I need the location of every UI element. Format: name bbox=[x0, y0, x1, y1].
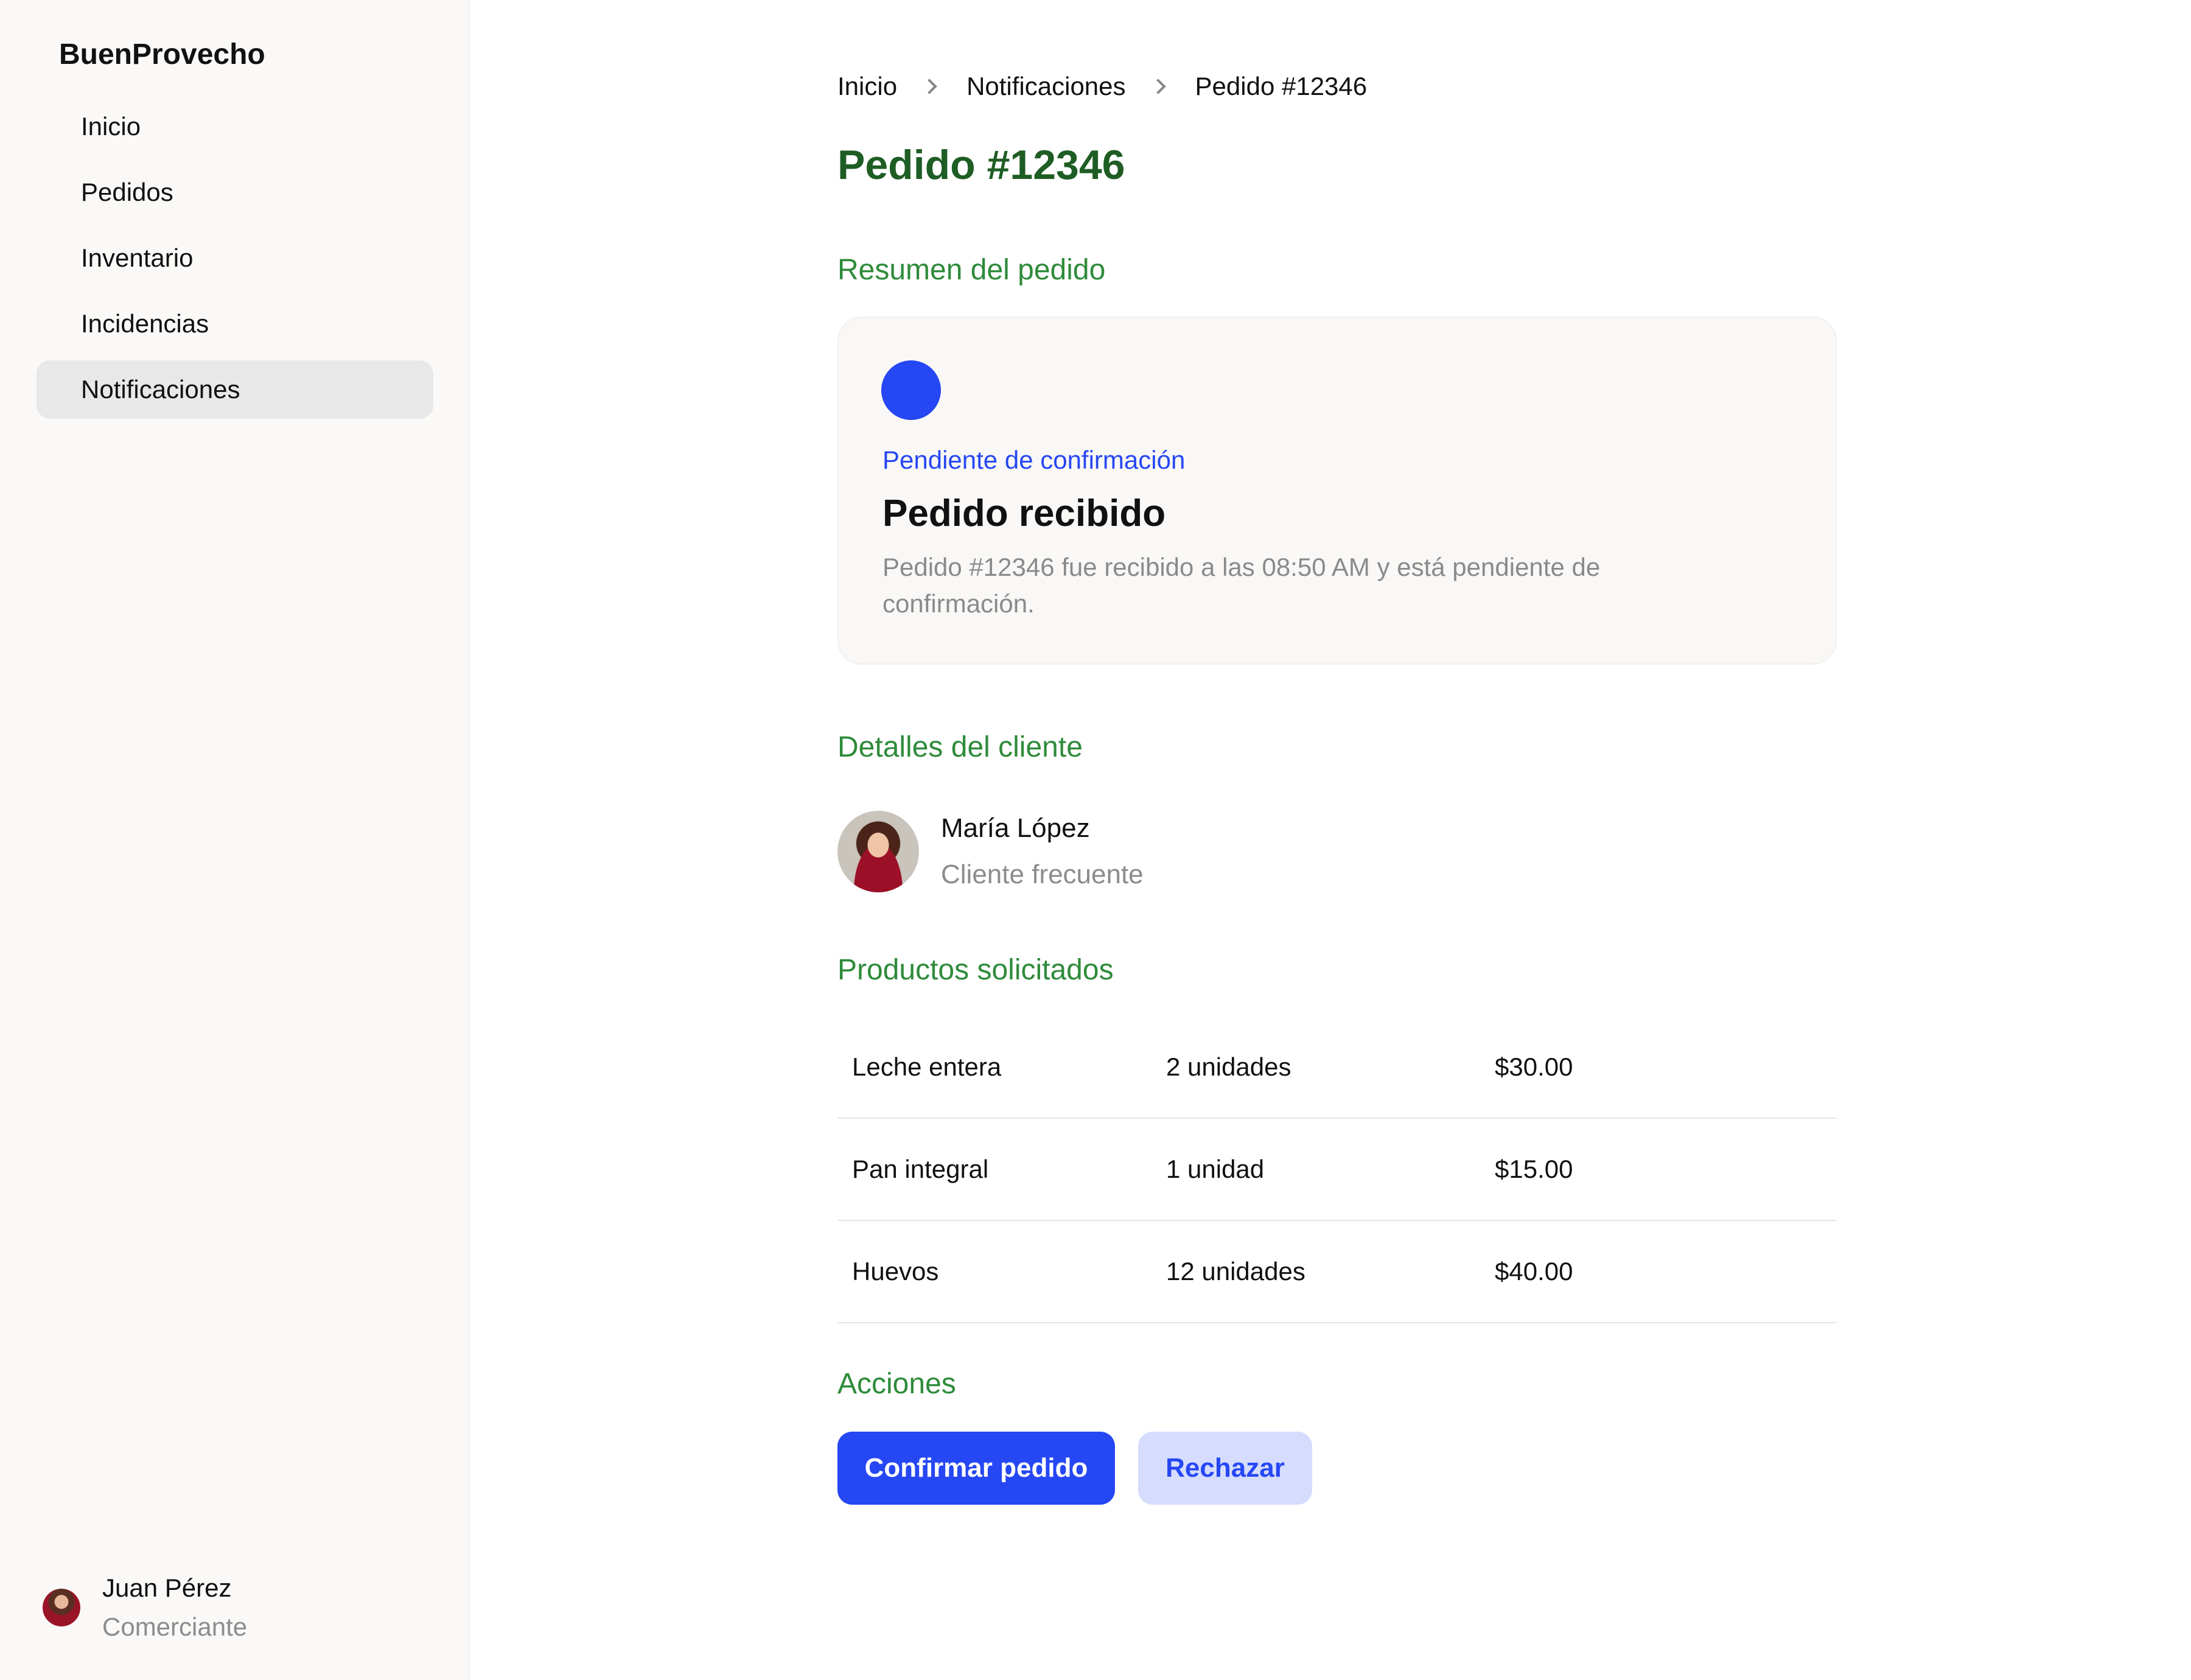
product-price: $40.00 bbox=[1495, 1257, 1573, 1286]
breadcrumb-item-current: Pedido #12346 bbox=[1195, 72, 1368, 100]
user-info: Juan Pérez Comerciante bbox=[102, 1573, 247, 1642]
status-text: Pendiente de confirmación bbox=[882, 446, 1186, 474]
user-role: Comerciante bbox=[102, 1612, 248, 1641]
product-name: Leche entera bbox=[852, 1052, 1002, 1081]
products-section-title: Productos solicitados bbox=[837, 954, 1114, 986]
client-text: María López Cliente frecuente bbox=[941, 813, 1144, 890]
client-section-title: Detalles del cliente bbox=[837, 731, 1083, 763]
client-name: María López bbox=[941, 813, 1090, 843]
sidebar-item-label: Inicio bbox=[81, 112, 141, 141]
client-avatar bbox=[837, 811, 919, 892]
product-qty: 12 unidades bbox=[1166, 1257, 1305, 1286]
product-qty: 1 unidad bbox=[1166, 1155, 1265, 1183]
product-name: Huevos bbox=[852, 1257, 939, 1286]
sidebar-item-inventario[interactable]: Inventario bbox=[37, 229, 433, 287]
client-type: Cliente frecuente bbox=[941, 859, 1144, 889]
actions-bar: Confirmar pedido Rechazar bbox=[837, 1432, 1312, 1505]
table-row: Huevos 12 unidades $40.00 bbox=[837, 1221, 1837, 1323]
sidebar-item-inicio[interactable]: Inicio bbox=[37, 97, 433, 156]
sidebar-item-label: Notificaciones bbox=[81, 375, 240, 404]
sidebar-item-incidencias[interactable]: Incidencias bbox=[37, 295, 433, 353]
summary-title: Pedido recibido bbox=[882, 492, 1166, 534]
user-name: Juan Pérez bbox=[102, 1573, 232, 1602]
main-content: Inicio Notificaciones Pedido #12346 Pedi… bbox=[470, 0, 2191, 1680]
actions-section-title: Acciones bbox=[837, 1368, 956, 1400]
product-name: Pan integral bbox=[852, 1155, 989, 1183]
table-row: Leche entera 2 unidades $30.00 bbox=[837, 1017, 1837, 1119]
breadcrumb: Inicio Notificaciones Pedido #12346 bbox=[837, 72, 1367, 101]
confirm-order-button[interactable]: Confirmar pedido bbox=[837, 1432, 1115, 1505]
sidebar-nav: Inicio Pedidos Inventario Incidencias No… bbox=[37, 97, 433, 426]
summary-description: Pedido #12346 fue recibido a las 08:50 A… bbox=[882, 553, 1601, 618]
client-info: María López Cliente frecuente bbox=[837, 811, 1144, 892]
sidebar: BuenProvecho Inicio Pedidos Inventario I… bbox=[0, 0, 470, 1680]
app-root: BuenProvecho Inicio Pedidos Inventario I… bbox=[0, 0, 2191, 1680]
reject-order-button[interactable]: Rechazar bbox=[1138, 1432, 1312, 1505]
sidebar-item-pedidos[interactable]: Pedidos bbox=[37, 163, 433, 222]
brand-logo: BuenProvecho bbox=[59, 38, 265, 71]
sidebar-item-label: Pedidos bbox=[81, 178, 173, 206]
product-price: $15.00 bbox=[1495, 1155, 1573, 1183]
page-title: Pedido #12346 bbox=[837, 142, 1125, 188]
sidebar-item-notificaciones[interactable]: Notificaciones bbox=[37, 360, 433, 419]
breadcrumb-item-notificaciones[interactable]: Notificaciones bbox=[966, 72, 1125, 101]
chevron-right-icon bbox=[1150, 79, 1166, 94]
chevron-right-icon bbox=[921, 79, 937, 94]
status-dot-icon bbox=[881, 360, 941, 420]
product-qty: 2 unidades bbox=[1166, 1052, 1291, 1081]
sidebar-item-label: Inventario bbox=[81, 243, 194, 272]
summary-section-title: Resumen del pedido bbox=[837, 254, 1106, 286]
table-row: Pan integral 1 unidad $15.00 bbox=[837, 1119, 1837, 1221]
products-table: Leche entera 2 unidades $30.00 Pan integ… bbox=[837, 1017, 1837, 1323]
product-price: $30.00 bbox=[1495, 1052, 1573, 1081]
user-avatar bbox=[43, 1589, 80, 1626]
breadcrumb-item-inicio[interactable]: Inicio bbox=[837, 72, 897, 101]
order-summary-card: Pendiente de confirmación Pedido recibid… bbox=[837, 317, 1837, 665]
sidebar-item-label: Incidencias bbox=[81, 309, 209, 338]
user-profile[interactable]: Juan Pérez Comerciante bbox=[43, 1573, 247, 1642]
